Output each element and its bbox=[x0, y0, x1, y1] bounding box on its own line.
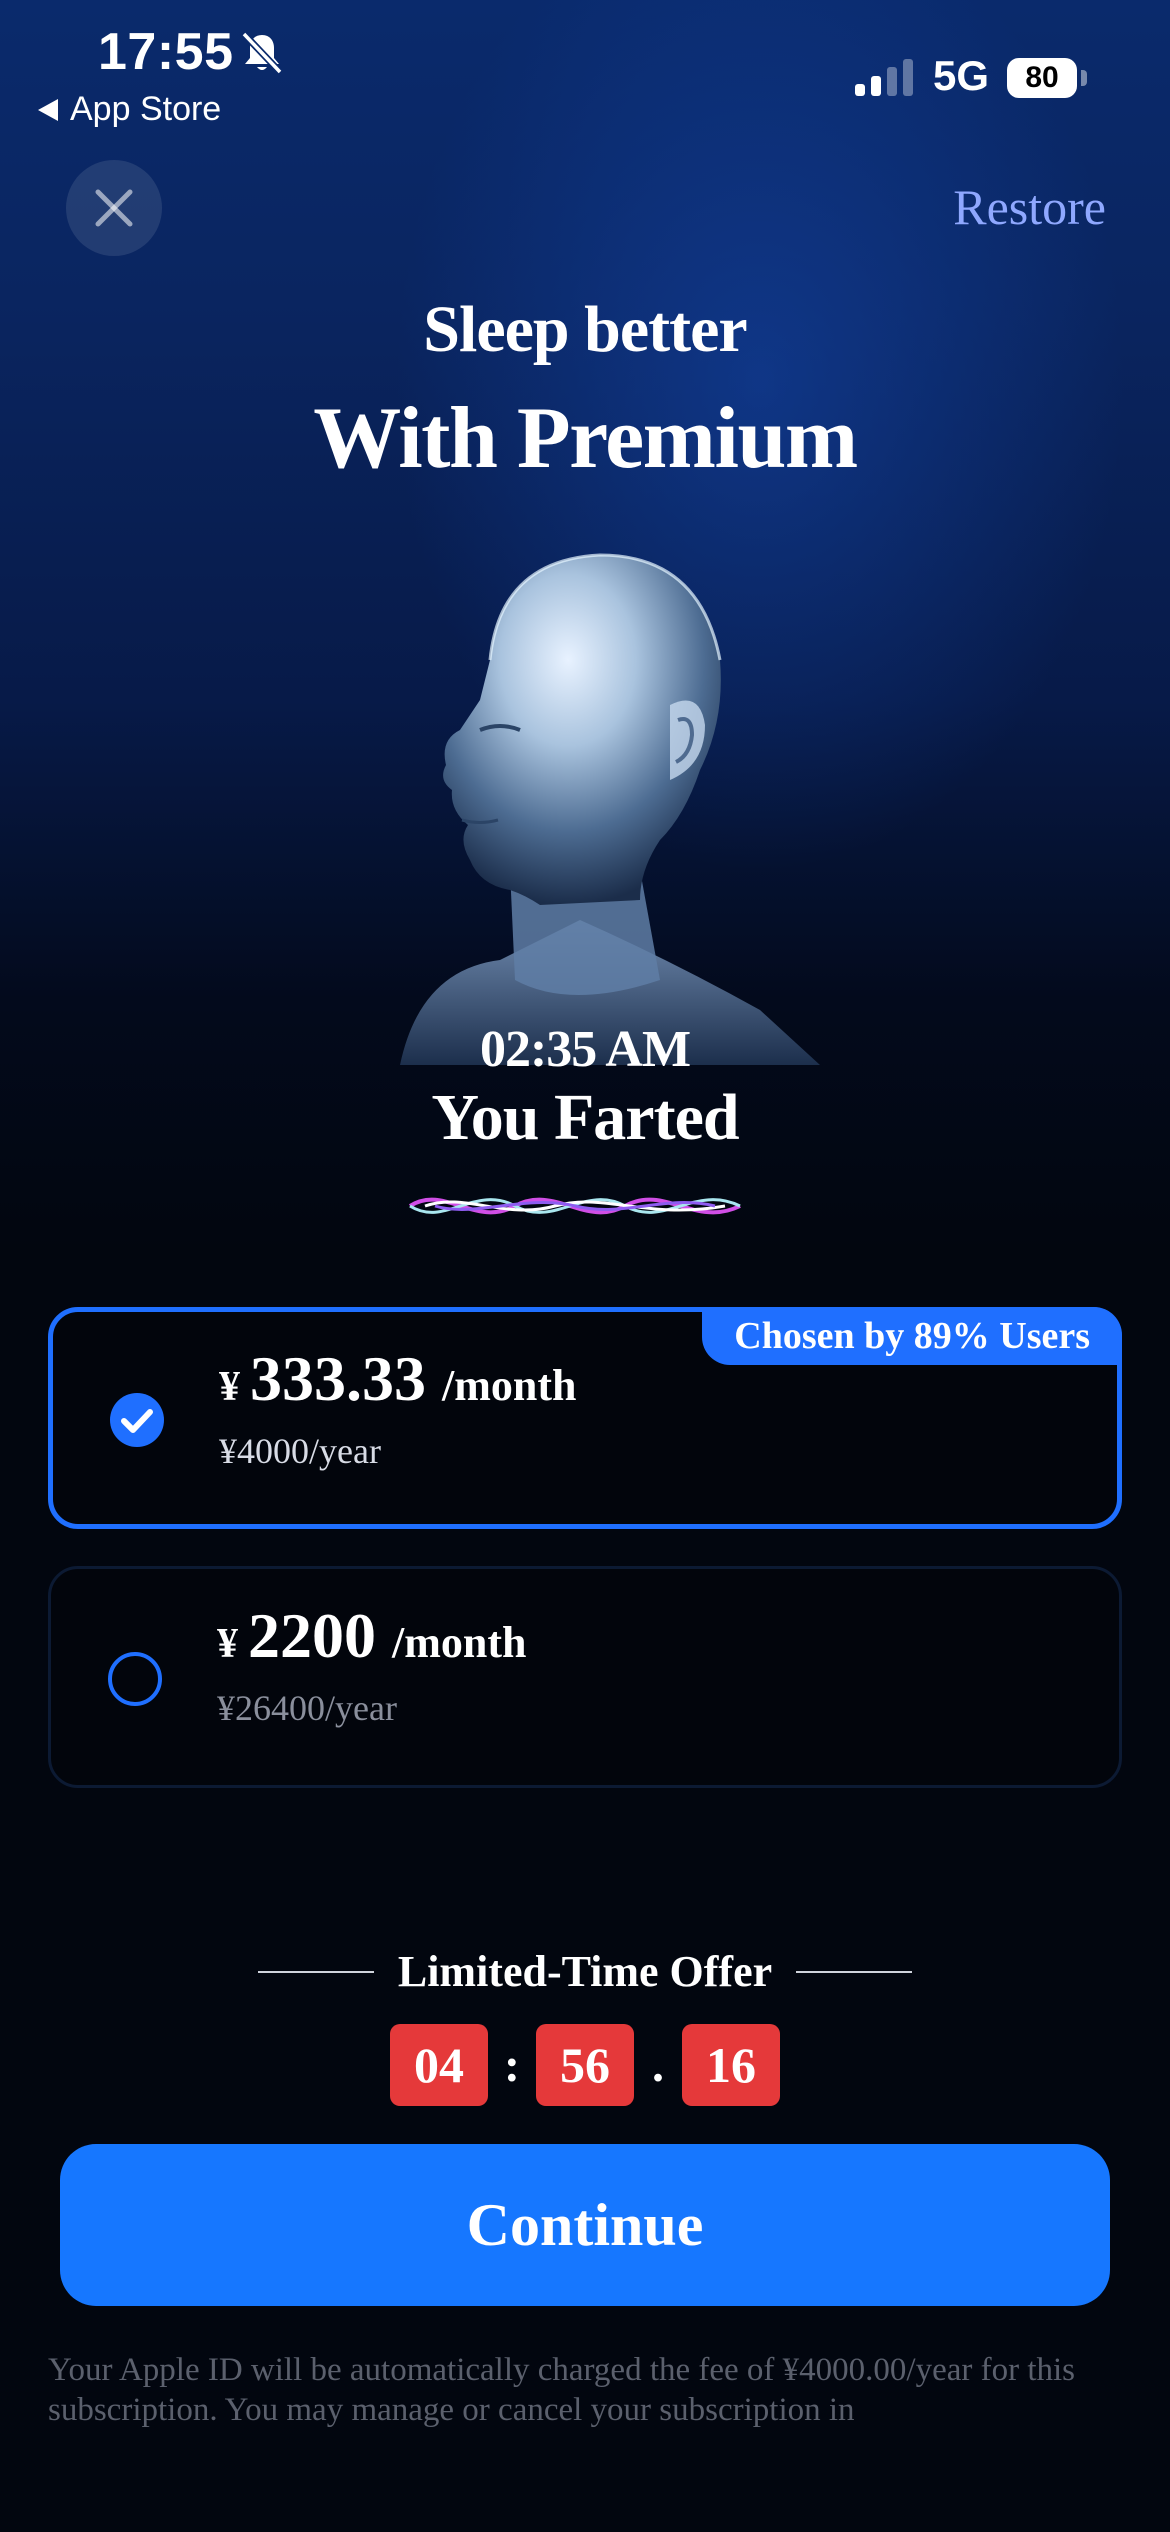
yearly-price: ¥4000/year bbox=[219, 1431, 381, 1471]
price-line: ¥ 2200 /month bbox=[217, 1599, 526, 1673]
bell-slash-icon bbox=[241, 31, 283, 75]
event-time: 02:35 AM bbox=[479, 1021, 691, 1078]
back-to-app-store[interactable]: App Store bbox=[38, 90, 221, 129]
back-app-label: App Store bbox=[70, 90, 222, 128]
popular-badge: Chosen by 89% Users bbox=[702, 1307, 1122, 1365]
legal-disclaimer: Your Apple ID will be automatically char… bbox=[48, 2352, 1076, 2428]
close-button[interactable] bbox=[66, 160, 162, 256]
plan-option-monthly-selected[interactable]: Chosen by 89% Users ¥ 333.33 /month ¥400… bbox=[48, 1307, 1122, 1529]
countdown-separator: : bbox=[504, 2038, 520, 2092]
countdown-separator: . bbox=[652, 2038, 664, 2092]
price-period: /month bbox=[442, 1361, 577, 1410]
network-type: 5G bbox=[933, 52, 990, 99]
offer-header: Limited-Time Offer bbox=[0, 1946, 1170, 1997]
price-line: ¥ 333.33 /month bbox=[219, 1342, 576, 1416]
headline-line-1: Sleep better bbox=[423, 293, 747, 366]
event-title: You Farted bbox=[431, 1081, 739, 1154]
countdown-seconds: 16 bbox=[682, 2024, 780, 2106]
battery-icon: 80 bbox=[1007, 58, 1077, 98]
close-icon bbox=[95, 189, 133, 227]
yearly-price: ¥26400/year bbox=[217, 1688, 397, 1728]
back-triangle-icon bbox=[38, 98, 58, 121]
price-period: /month bbox=[392, 1618, 527, 1667]
divider-line bbox=[796, 1970, 913, 1973]
restore-button[interactable]: Restore bbox=[953, 178, 1106, 236]
headline-line-2: With Premium bbox=[313, 390, 858, 487]
check-circle-icon bbox=[110, 1393, 164, 1447]
continue-button[interactable]: Continue bbox=[60, 2144, 1110, 2306]
battery-cap bbox=[1081, 70, 1087, 86]
signal-icon bbox=[855, 59, 913, 96]
offer-label: Limited-Time Offer bbox=[397, 1947, 773, 1996]
currency-symbol: ¥ bbox=[219, 1364, 240, 1410]
sound-wave-icon bbox=[408, 1197, 741, 1215]
head-illustration bbox=[400, 553, 820, 1065]
status-time: 17:55 bbox=[98, 23, 234, 81]
currency-symbol: ¥ bbox=[217, 1621, 238, 1667]
countdown-minutes: 56 bbox=[536, 2024, 634, 2106]
price-amount: 2200 bbox=[248, 1600, 376, 1671]
plan-option-monthly-alt[interactable]: ¥ 2200 /month ¥26400/year bbox=[48, 1566, 1122, 1788]
paywall-screen: 17:55 App Store 5G 80 Restore Sleep bett… bbox=[0, 0, 1170, 2532]
battery-level: 80 bbox=[1025, 61, 1059, 94]
countdown-timer: 04 : 56 . 16 bbox=[0, 2024, 1170, 2106]
countdown-hours: 04 bbox=[390, 2024, 488, 2106]
divider-line bbox=[257, 1970, 374, 1973]
price-amount: 333.33 bbox=[250, 1343, 426, 1414]
radio-unchecked-icon bbox=[108, 1652, 162, 1706]
